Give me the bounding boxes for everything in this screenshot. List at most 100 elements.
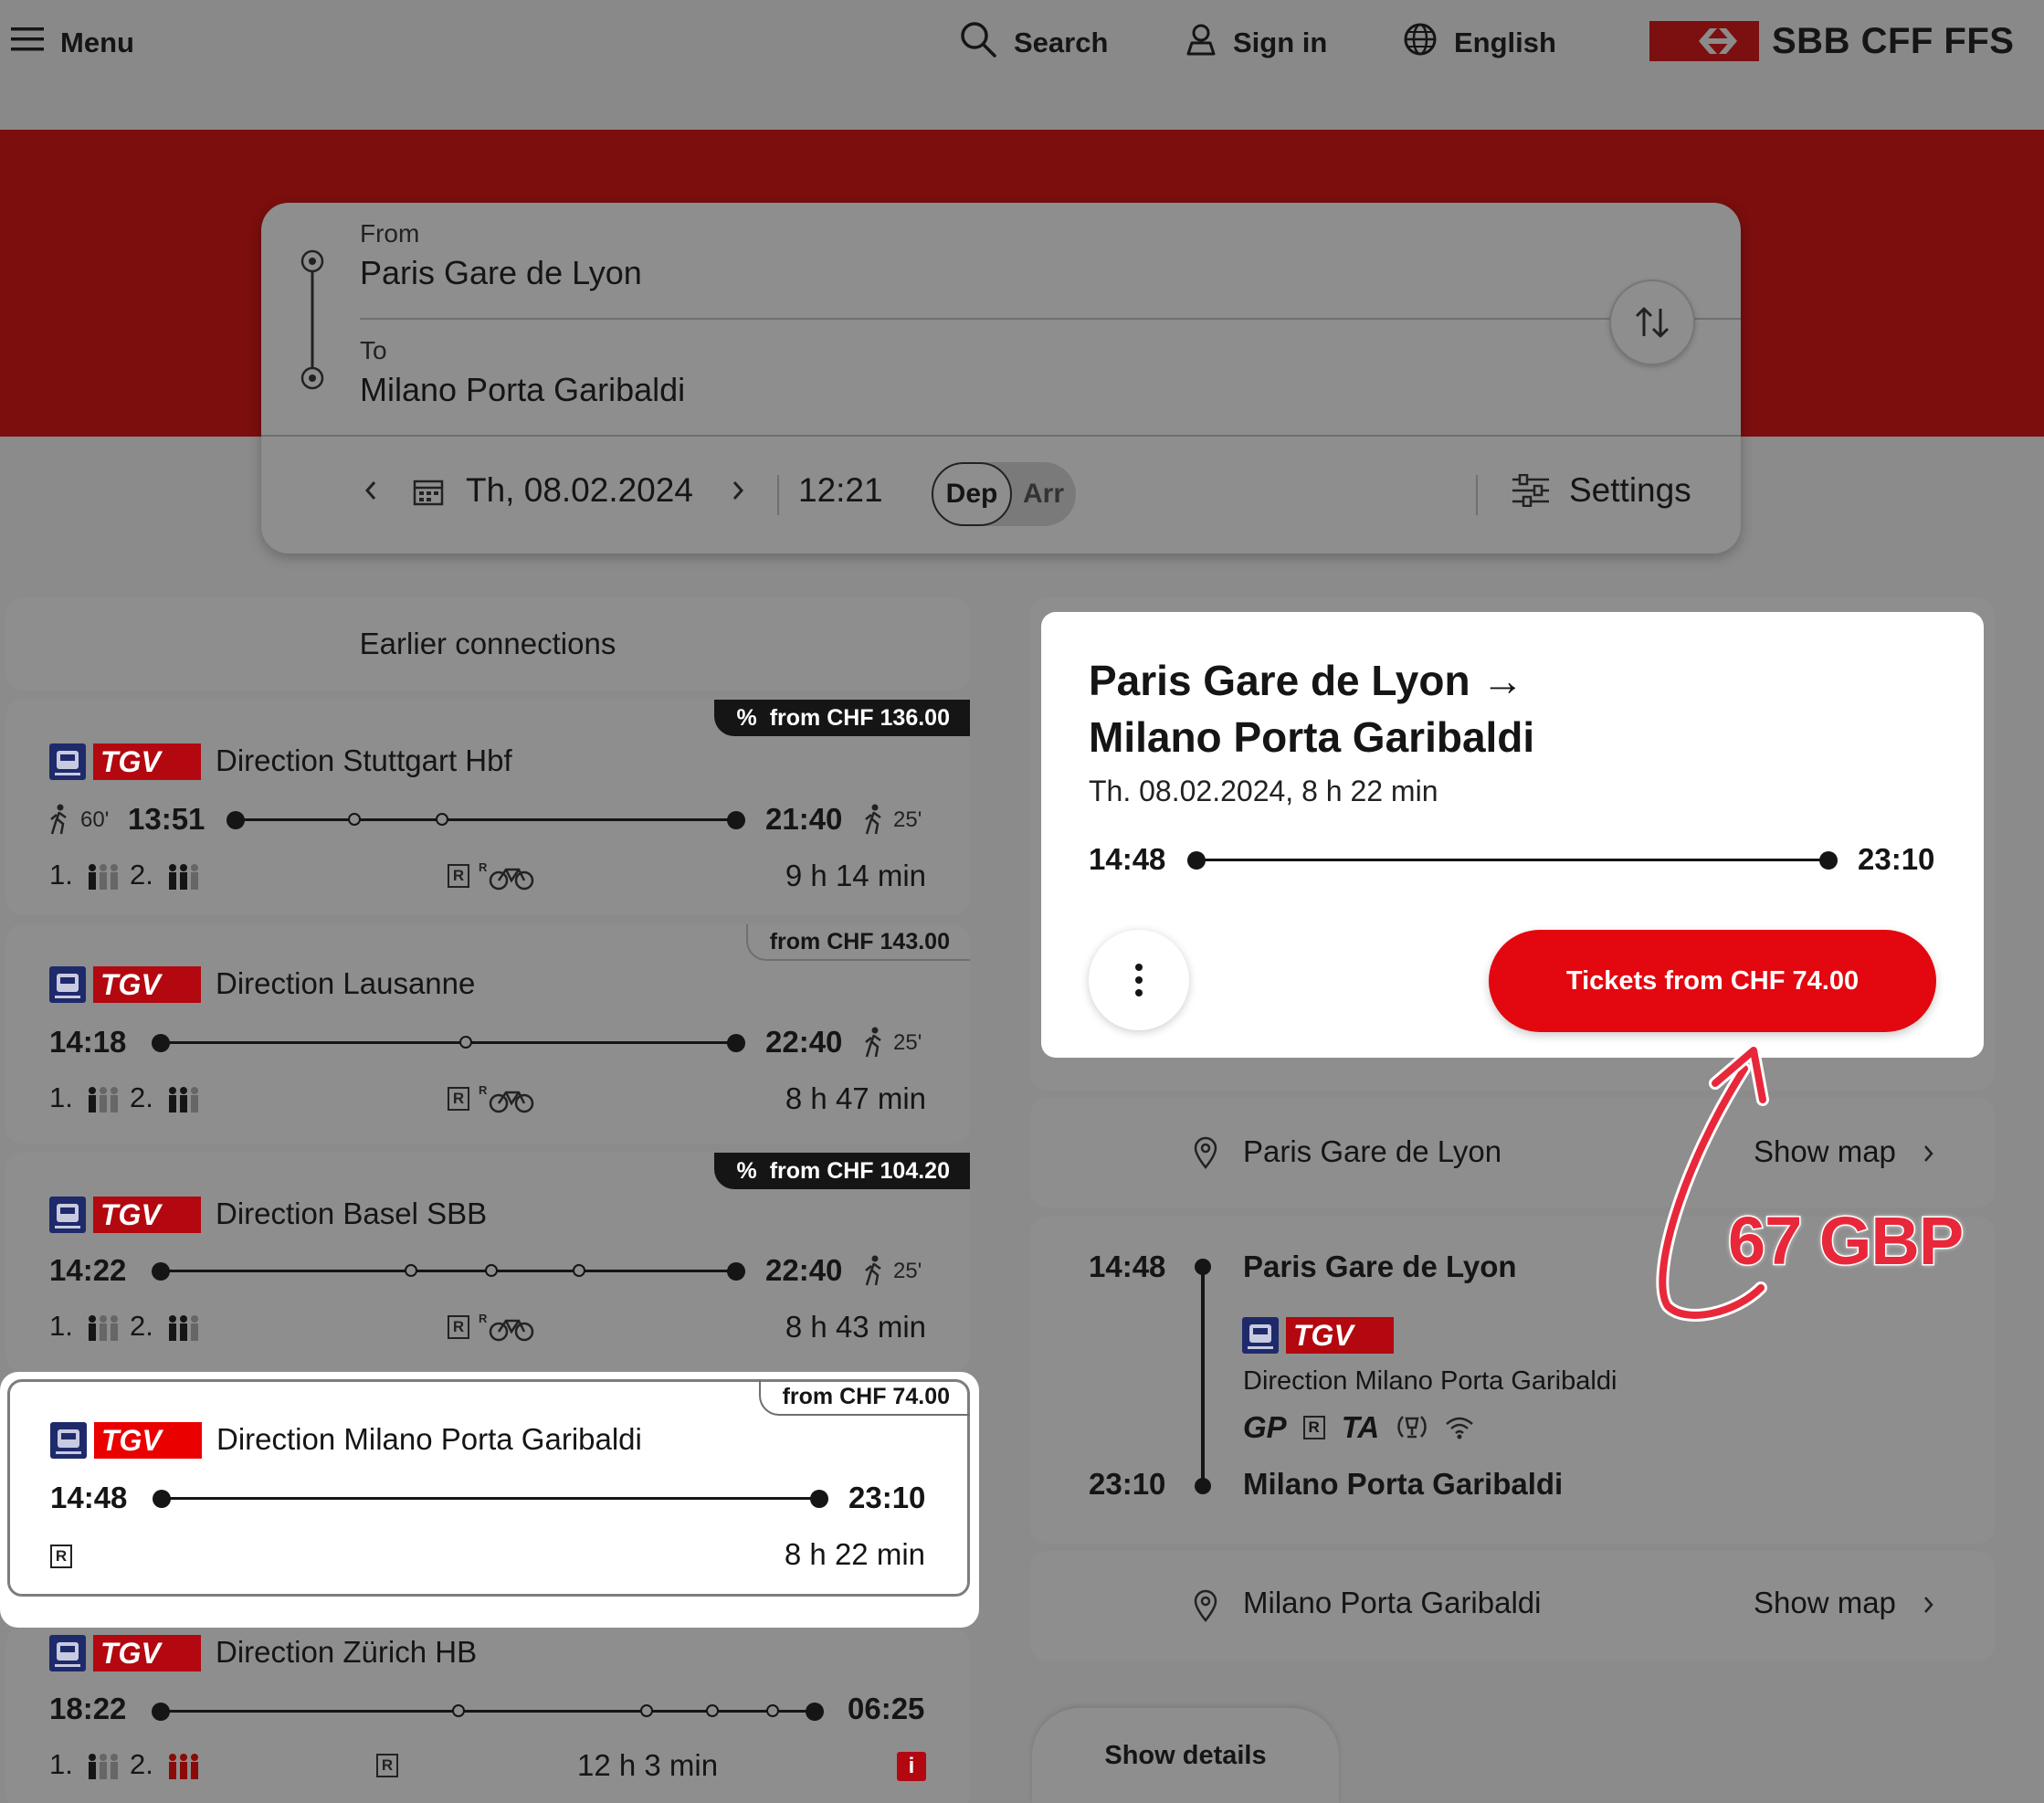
second-class-label: 2. — [130, 1748, 153, 1780]
search-button[interactable]: Search — [959, 20, 1108, 66]
from-label: From — [360, 219, 420, 248]
search-label: Search — [1014, 26, 1109, 58]
occupancy-low-icon — [89, 1086, 119, 1112]
leg-departure-time: 14:48 — [1089, 1249, 1166, 1283]
calendar-icon — [413, 477, 444, 511]
sign-in-button[interactable]: Sign in — [1185, 20, 1327, 66]
walk-time-before: 60' — [80, 807, 110, 832]
time-picker[interactable]: 12:21 — [798, 471, 883, 510]
chevron-right-icon — [1924, 1597, 1933, 1613]
duration: 12 h 3 min — [577, 1748, 719, 1782]
departure-dot — [152, 1703, 170, 1721]
from-field[interactable]: From Paris Gare de Lyon — [360, 219, 642, 292]
svg-text:R: R — [479, 1083, 488, 1097]
settings-separator — [1476, 475, 1478, 515]
second-class-label: 2. — [130, 1081, 153, 1113]
departure-dot — [152, 1262, 170, 1281]
train-icon — [49, 966, 86, 1003]
first-class-label: 1. — [49, 859, 73, 891]
sliders-icon — [1512, 474, 1549, 507]
change-stop — [405, 1264, 417, 1277]
product-badge: TGV — [93, 1635, 201, 1671]
to-label: To — [360, 336, 387, 364]
leg-line — [1201, 1268, 1205, 1491]
connection-item[interactable]: % from CHF 136.00 TGV Direction Stuttgar… — [5, 700, 970, 915]
leg-arrival-station: Milano Porta Garibaldi — [1243, 1467, 1564, 1501]
origin-station-row[interactable]: Paris Gare de Lyon Show map — [1030, 1098, 1995, 1207]
previous-day-button[interactable] — [362, 477, 380, 512]
occupancy-low-icon — [89, 1314, 119, 1341]
departure-dot — [153, 1490, 171, 1508]
swap-icon — [1635, 307, 1670, 338]
reservation-icon: R — [50, 1545, 72, 1568]
departure-dot — [227, 811, 245, 829]
arrival-option[interactable]: Arr — [1023, 462, 1064, 526]
train-icon — [49, 743, 86, 780]
info-icon[interactable]: i — [897, 1752, 926, 1781]
product-badge: TGV — [93, 743, 201, 780]
search-icon — [959, 20, 997, 66]
detail-arrival-dot — [1819, 851, 1838, 870]
duration: 8 h 47 min — [785, 1081, 926, 1115]
brand-name: SBB CFF FFS — [1772, 20, 2015, 61]
show-details-button[interactable]: Show details — [1032, 1708, 1339, 1803]
bike-reservation-icon: R — [479, 1083, 534, 1113]
price-tag: % from CHF 104.20 — [714, 1153, 970, 1189]
menu-button[interactable]: Menu — [11, 20, 134, 66]
next-day-button[interactable] — [729, 477, 747, 509]
language-label: English — [1454, 26, 1556, 58]
change-stop — [485, 1264, 498, 1277]
first-class-occupancy: 1. — [49, 1748, 121, 1781]
arrival-dot — [810, 1490, 828, 1508]
price-label: from CHF 143.00 — [769, 928, 950, 954]
departure-time: 14:48 — [50, 1481, 128, 1514]
date-picker[interactable]: Th, 08.02.2024 — [466, 471, 693, 510]
departure-option[interactable]: Dep — [932, 462, 1012, 526]
detail-departure-time: 14:48 — [1089, 842, 1166, 876]
route-line-icon — [300, 249, 324, 390]
settings-label: Settings — [1569, 471, 1691, 509]
language-button[interactable]: English — [1403, 20, 1556, 66]
chevron-right-icon — [732, 481, 744, 500]
price-annotation: 67 GBP — [1726, 1202, 1965, 1281]
walk-time-after: 25' — [893, 807, 922, 832]
connection-item[interactable]: TGV Direction Zürich HB 18:22 06:25 1. 2… — [5, 1628, 970, 1803]
price-label: from CHF 74.00 — [782, 1383, 950, 1409]
walk-icon — [865, 1255, 881, 1286]
field-divider — [360, 318, 1741, 320]
departure-time: 14:22 — [49, 1253, 127, 1287]
arrival-time: 21:40 — [765, 802, 843, 836]
to-field[interactable]: To Milano Porta Garibaldi — [360, 336, 685, 409]
departure-time: 14:18 — [49, 1025, 127, 1059]
annotation-arrow-icon — [1656, 1044, 1769, 1322]
svg-text:R: R — [479, 860, 488, 874]
sbb-logo[interactable]: SBB CFF FFS — [1649, 18, 2014, 64]
kebab-menu-icon — [1135, 964, 1143, 996]
dep-arr-toggle[interactable]: Dep Arr — [932, 462, 1076, 526]
second-class-occupancy: 2. — [130, 1310, 201, 1343]
more-options-button[interactable] — [1089, 930, 1189, 1030]
second-class-occupancy: 2. — [130, 859, 201, 891]
connection-item[interactable]: from CHF 143.00 TGV Direction Lausanne 1… — [5, 924, 970, 1144]
destination-show-map-link[interactable]: Show map — [1754, 1586, 1896, 1620]
journey-track — [162, 1497, 819, 1500]
connection-item[interactable]: % from CHF 104.20 TGV Direction Basel SB… — [5, 1153, 970, 1372]
destination-station-row[interactable]: Milano Porta Garibaldi Show map — [1030, 1551, 1995, 1661]
section-divider — [261, 435, 1741, 437]
arrival-time: 06:25 — [848, 1692, 925, 1725]
earlier-connections-button[interactable]: Earlier connections — [5, 597, 970, 691]
menu-label: Menu — [60, 26, 134, 58]
journey-track — [161, 1270, 743, 1272]
detail-arrival-time: 23:10 — [1858, 842, 1935, 876]
walk-icon — [865, 1027, 881, 1058]
price-label: from CHF 136.00 — [769, 704, 950, 731]
direction-label: Direction Milano Porta Garibaldi — [216, 1422, 642, 1456]
settings-button[interactable]: Settings — [1511, 471, 1691, 510]
buy-tickets-button[interactable]: Tickets from CHF 74.00 — [1489, 930, 1936, 1032]
change-stop — [436, 813, 448, 826]
swap-stations-button[interactable] — [1609, 279, 1695, 365]
connection-item-selected[interactable]: from CHF 74.00 TGV Direction Milano Port… — [7, 1379, 970, 1597]
attr-reservation: R — [1302, 1416, 1325, 1439]
duration: 8 h 43 min — [785, 1310, 926, 1344]
walk-icon — [865, 804, 881, 835]
